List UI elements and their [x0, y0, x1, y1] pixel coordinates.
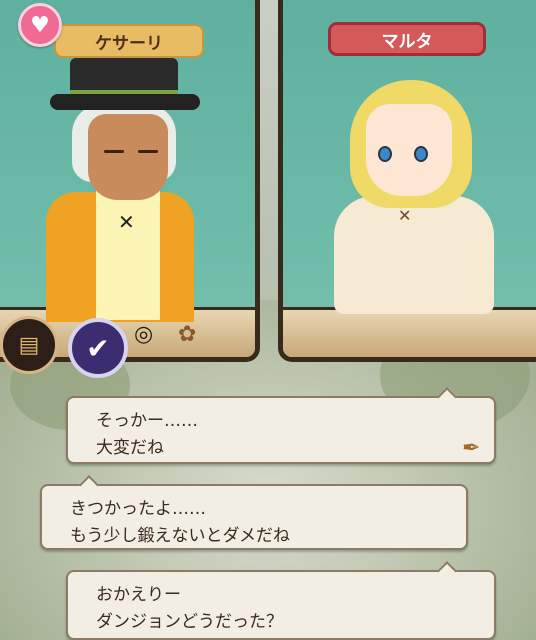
- left-speaker-nameplate: ケサーリ: [54, 24, 204, 58]
- maruta-dress: [334, 196, 494, 314]
- maruta-eye: [414, 146, 428, 162]
- book-icon[interactable]: ▤: [0, 316, 58, 374]
- kesari-eye: [138, 150, 158, 153]
- kesari-eye: [104, 150, 124, 153]
- panel-floor: [283, 307, 536, 357]
- maruta-eye: [378, 146, 392, 162]
- left-speaker-name: ケサーリ: [95, 33, 163, 54]
- dialogue-line: 大変だね: [96, 438, 164, 458]
- kesari-hat-brim: [50, 94, 200, 110]
- ring-icon: ◎: [134, 322, 154, 347]
- dialogue-line: ダンジョンどうだった？: [96, 612, 283, 632]
- check-icon[interactable]: ✔: [68, 318, 128, 378]
- dialogue-bubble: そっかー…… 大変だね: [66, 387, 496, 464]
- heart-icon[interactable]: ♥: [18, 3, 62, 47]
- dialogue-line: そっかー……: [96, 411, 198, 431]
- kesari-lace: ✕: [118, 210, 135, 234]
- quill-icon[interactable]: ✒: [462, 436, 492, 466]
- dialogue-line: もう少し鍛えないとダメだね: [70, 526, 290, 546]
- dialogue-line: おかえりー: [96, 585, 181, 605]
- dialogue-bubble: おかえりー ダンジョンどうだった？: [66, 561, 496, 640]
- kesari-face: [88, 114, 168, 200]
- right-speaker-name: マルタ: [381, 31, 433, 52]
- wheat-icon: ✿: [178, 322, 197, 347]
- maruta-lace: ✕: [398, 206, 412, 225]
- right-speaker-nameplate: マルタ: [328, 22, 486, 56]
- dialogue-line: きつかったよ……: [70, 499, 206, 519]
- dialogue-bubble: きつかったよ…… もう少し鍛えないとダメだね: [40, 475, 468, 550]
